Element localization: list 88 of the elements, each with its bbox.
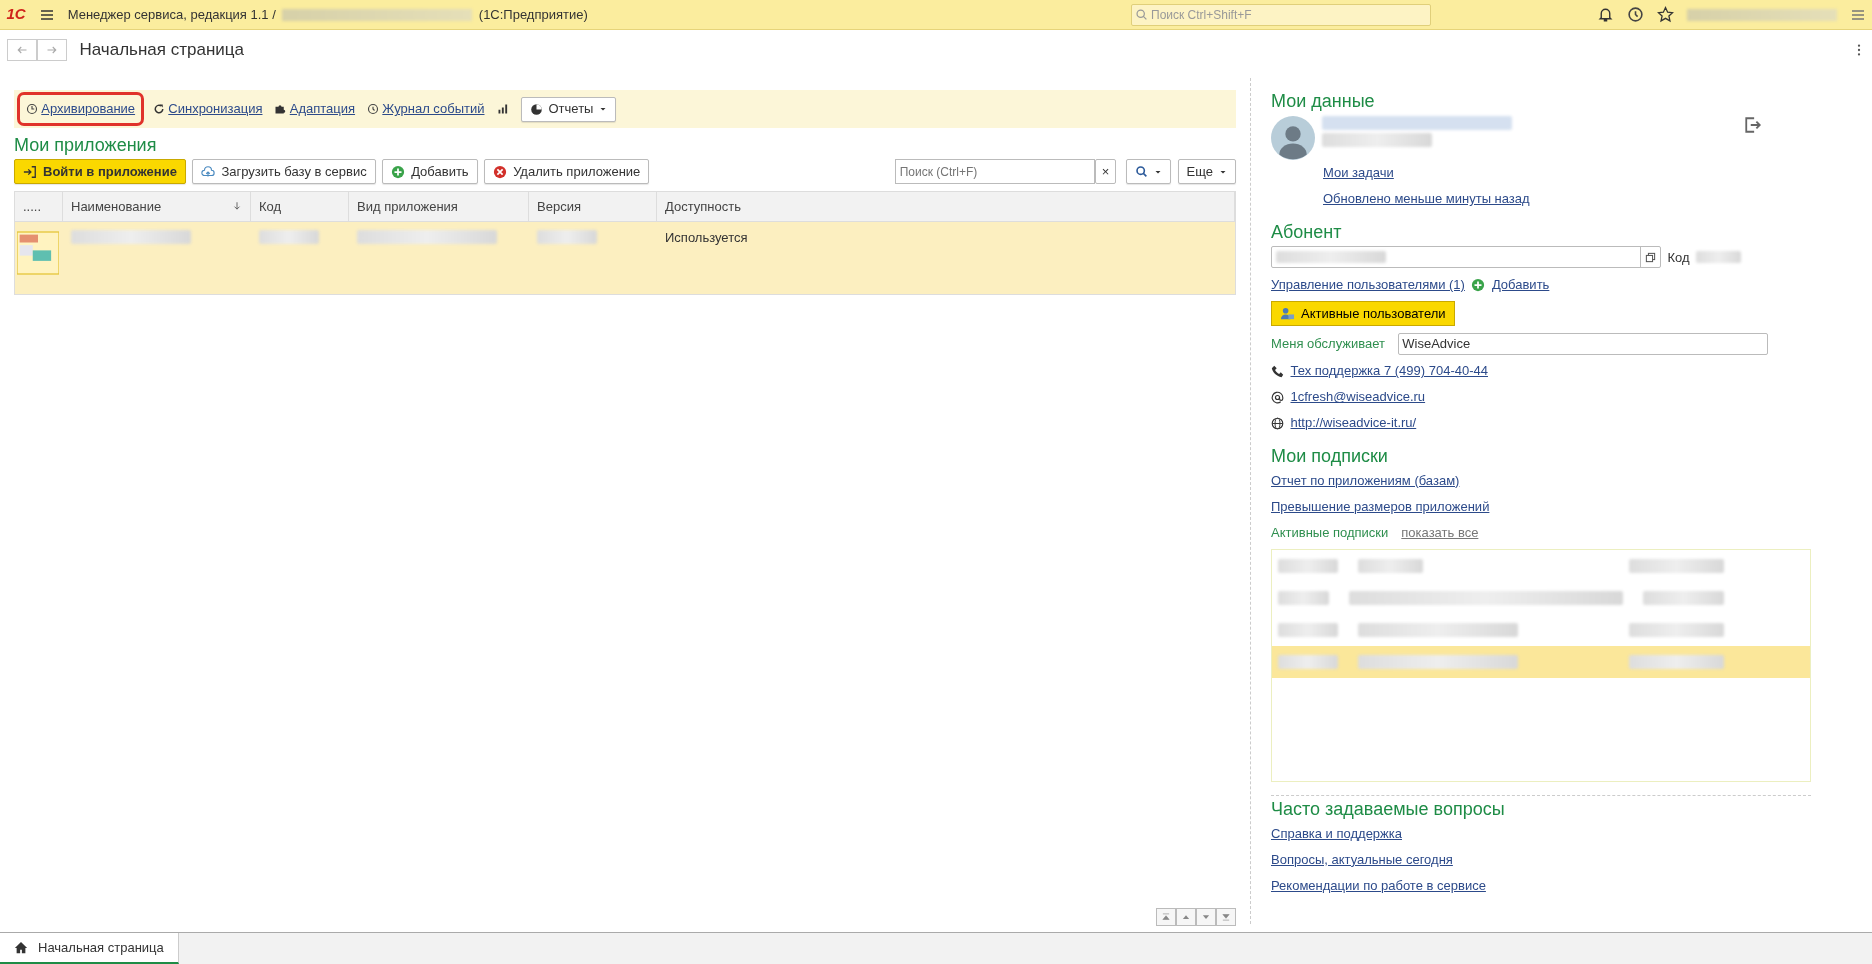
plus-icon — [1471, 277, 1486, 292]
section-heading: Мои приложения — [14, 134, 158, 157]
scroll-button[interactable] — [1156, 907, 1176, 926]
logo: 1С — [6, 4, 26, 25]
pie-chart-icon — [529, 102, 543, 116]
window-title: Менеджер сервиса, редакция 1.1 / — [67, 5, 276, 24]
at-sign-icon — [1271, 390, 1284, 404]
logout-icon[interactable] — [1744, 115, 1762, 134]
link[interactable]: Добавить — [1491, 274, 1550, 295]
window-title-suffix: (1С:Предприятие) — [478, 5, 588, 24]
enter-button[interactable]: Войти в приложение — [14, 159, 186, 185]
scroll-button[interactable] — [1196, 907, 1216, 926]
link[interactable]: 1cfresh@wiseadvice.ru — [1290, 387, 1426, 407]
table-cell: Используется — [665, 229, 748, 245]
column-header[interactable]: Вид приложения — [349, 191, 529, 221]
toolbar-link[interactable]: Журнал событий — [367, 99, 485, 119]
bar-chart-icon — [496, 103, 509, 115]
column-header[interactable]: Код — [251, 191, 349, 221]
field-label: Активные подписки — [1271, 523, 1389, 542]
back-arrow-icon — [15, 44, 28, 56]
toolbar-button[interactable]: Удалить приложение — [484, 159, 650, 185]
link[interactable]: Вопросы, актуальные сегодня — [1271, 851, 1453, 867]
scroll-top-icon — [1161, 911, 1171, 922]
column-header[interactable]: Наименование — [63, 191, 251, 221]
users-icon — [1280, 305, 1295, 321]
caret-icon — [599, 105, 608, 113]
link[interactable]: Рекомендации по работе в сервисе — [1271, 877, 1486, 893]
service-field[interactable]: WiseAdvice — [1398, 332, 1768, 355]
cloud-upload-icon — [201, 164, 216, 179]
column-header[interactable]: Доступность — [657, 191, 1235, 221]
history-icon — [367, 103, 380, 115]
toolbar-button[interactable]: Добавить — [382, 159, 478, 185]
back-button[interactable] — [6, 39, 37, 61]
field-label: Меня обслуживает — [1271, 335, 1385, 354]
enter-icon — [23, 164, 37, 179]
link[interactable]: Мои задачи — [1323, 163, 1394, 183]
redacted-text — [537, 229, 597, 244]
toolbar-button[interactable]: Загрузить базу в сервис — [192, 159, 376, 185]
section-heading: Часто задаваемые вопросы — [1271, 799, 1506, 821]
scroll-button[interactable] — [1216, 907, 1236, 926]
toolbar-link[interactable]: Синхронизация — [153, 99, 263, 119]
field-label: Код — [1667, 248, 1690, 267]
link[interactable]: Отчет по приложениям (базам) — [1271, 472, 1460, 488]
section-heading: Мои подписки — [1271, 445, 1389, 468]
open-icon — [1645, 251, 1656, 263]
phone-icon — [1271, 364, 1284, 378]
more-button[interactable]: Еще — [1177, 159, 1236, 185]
section-heading: Мои данные — [1271, 91, 1376, 113]
redacted-text — [1696, 251, 1742, 264]
tab[interactable]: Начальная страница — [0, 933, 179, 964]
column-header[interactable]: Версия — [529, 191, 657, 221]
globe-icon — [1271, 416, 1284, 430]
forward-button[interactable] — [36, 39, 67, 61]
home-icon — [14, 940, 28, 955]
link[interactable]: Справка и поддержка — [1271, 825, 1402, 841]
table-row[interactable]: Используется — [15, 221, 1235, 294]
toolbar-link[interactable]: Архивирование — [20, 95, 142, 123]
clock-icon — [26, 103, 38, 115]
column-header[interactable]: ..... — [15, 191, 63, 221]
link[interactable]: Превышение размеров приложений — [1271, 498, 1490, 514]
link[interactable]: Обновлено меньше минуты назад — [1323, 189, 1530, 209]
refresh-icon — [153, 103, 166, 115]
scroll-button[interactable] — [1176, 907, 1196, 926]
search-icon — [1134, 8, 1148, 21]
delete-icon — [493, 164, 508, 179]
redacted-text — [259, 229, 319, 244]
link[interactable]: http://wiseadvice-it.ru/ — [1290, 413, 1417, 433]
search-field[interactable]: Поиск (Ctrl+F) — [894, 159, 1095, 185]
link[interactable]: показать все — [1401, 522, 1479, 543]
star-icon[interactable] — [1656, 6, 1674, 23]
avatar-icon — [1271, 115, 1315, 160]
clear-button[interactable]: × — [1094, 159, 1117, 185]
active-users-button[interactable]: Активные пользователи — [1271, 300, 1455, 326]
history-icon[interactable] — [1626, 6, 1644, 23]
scroll-bottom-icon — [1221, 911, 1231, 922]
link[interactable]: Управление пользователями (1) — [1271, 274, 1465, 295]
toolbar-link[interactable]: Адаптация — [274, 99, 356, 119]
reports-button[interactable]: Отчеты — [520, 96, 617, 122]
link[interactable]: Тех поддержка 7 (499) 704-40-44 — [1290, 361, 1488, 381]
puzzle-icon — [274, 103, 287, 115]
page-title: Начальная страница — [79, 39, 245, 62]
search-icon — [1135, 165, 1149, 179]
plus-icon — [391, 164, 406, 179]
forward-arrow-icon — [45, 44, 58, 56]
section-heading: Абонент — [1271, 221, 1343, 244]
subscriber-field[interactable] — [1271, 246, 1661, 269]
search-button[interactable] — [1126, 159, 1172, 185]
bell-icon[interactable] — [1596, 6, 1614, 23]
